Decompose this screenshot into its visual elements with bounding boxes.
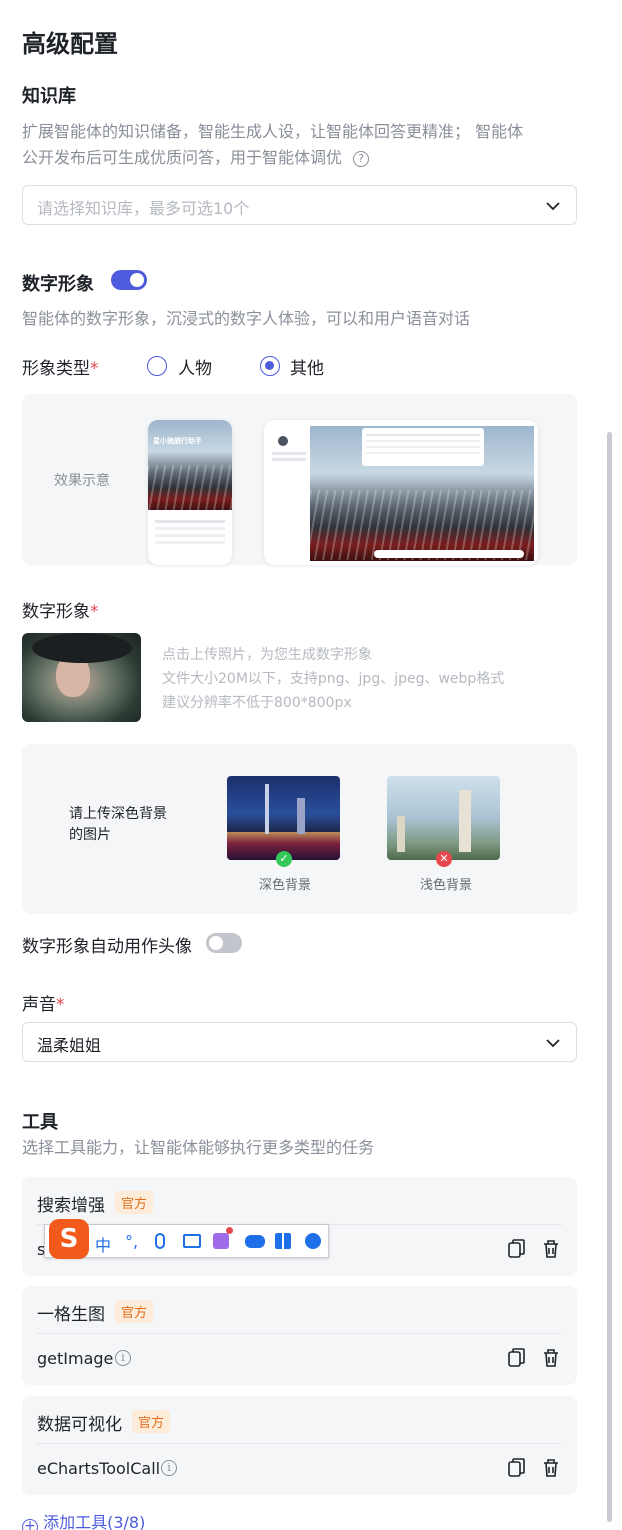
copy-icon[interactable] [508,1239,526,1259]
divider [37,1443,562,1444]
toggle-knob [130,273,144,287]
microphone-icon[interactable] [155,1233,165,1249]
knowledge-title: 知识库 [22,86,76,107]
required-mark: * [90,359,99,379]
ime-toolbar[interactable]: S 中 °, [44,1219,329,1259]
page-title: 高级配置 [22,30,118,58]
dark-bg-example [227,776,340,860]
add-tool-label: 添加工具(3/8) [43,1513,146,1530]
upload-hints: 点击上传照片，为您生成数字形象 文件大小20M以下，支持png、jpg、jpeg… [162,643,504,715]
upload-hint-3: 建议分辨率不低于800*800px [162,695,352,711]
tool-card: 一格生图 官方 getImage i [22,1286,577,1385]
tablet-input-bar [374,550,524,558]
tools-title: 工具 [22,1112,58,1133]
phone-preview: 星小驰旅行助手 [148,420,232,565]
type-label-text: 形象类型 [22,359,90,379]
knowledge-select[interactable]: 请选择知识库，最多可选10个 [22,185,577,225]
scrollbar[interactable] [607,432,612,1522]
avatar-hair-shape [32,633,132,663]
digital-desc: 智能体的数字形象，沉浸式的数字人体验，可以和用户语音对话 [22,309,471,328]
digital-title: 数字形象 [22,274,94,295]
radio-person[interactable] [147,356,167,376]
required-mark: * [56,995,65,1015]
preview-label: 效果示意 [54,473,110,489]
phone-chat-card [151,512,229,562]
required-mark: * [90,602,99,622]
phone-roof-texture [148,465,232,510]
trash-icon[interactable] [542,1239,560,1259]
type-label: 形象类型* [22,354,99,379]
building-shape [297,798,305,834]
dark-bg-label: 深色背景 [259,878,312,893]
toggle-knob [209,936,223,950]
plus-circle-icon: + [22,1519,38,1530]
trash-icon[interactable] [542,1348,560,1368]
radio-other[interactable] [260,356,280,376]
tool-func: eChartsToolCall [37,1459,161,1478]
voice-label-text: 声音 [22,995,56,1015]
tools-desc: 选择工具能力，让智能体能够执行更多类型的任务 [22,1138,375,1157]
check-circle-icon: ✓ [276,851,292,867]
ime-punct[interactable]: °, [125,1232,138,1251]
trash-icon[interactable] [542,1458,560,1478]
question-circle-icon[interactable]: ? [353,150,370,167]
tool-name: 搜索增强 [37,1196,105,1216]
official-badge: 官方 [115,1191,154,1214]
voice-label: 声音* [22,990,65,1015]
tool-func: getImage [37,1349,114,1368]
tablet-chat-card [362,428,484,466]
knowledge-desc: 扩展智能体的知识储备，智能生成人设，让智能体回答更精准； 智能体 公开发布后可生… [22,119,582,171]
add-tool-button[interactable]: + 添加工具(3/8) [22,1509,145,1530]
copy-icon[interactable] [508,1458,526,1478]
official-badge: 官方 [132,1410,171,1433]
apps-icon[interactable] [275,1233,291,1249]
radio-person-label[interactable]: 人物 [178,354,212,379]
settings-icon[interactable] [305,1233,321,1249]
phone-title: 星小驰旅行助手 [153,437,202,445]
knowledge-desc-line1: 扩展智能体的知识储备，智能生成人设，让智能体回答更精准； 智能体 [22,122,524,141]
avatar-label: 数字形象* [22,597,99,622]
tower-shape [265,784,269,834]
skin-icon[interactable] [213,1233,229,1249]
keyboard-icon[interactable] [183,1234,201,1248]
avatar-thumbnail[interactable] [22,633,141,722]
light-bg-example [387,776,500,860]
info-icon[interactable]: i [115,1350,131,1366]
upload-hint-2: 文件大小20M以下，支持png、jpg、jpeg、webp格式 [162,671,505,687]
small-pagoda-shape [397,816,405,852]
chevron-down-icon [546,202,560,211]
bg-hint-line2: 的图片 [69,827,111,843]
digital-toggle[interactable] [111,270,147,290]
ime-mode[interactable]: 中 [95,1232,111,1256]
chevron-down-icon [546,1039,560,1048]
close-circle-icon: ✕ [436,851,452,867]
tool-name: 一格生图 [37,1305,105,1325]
notification-dot [226,1227,233,1234]
official-badge: 官方 [115,1300,154,1323]
bg-hint-line1: 请上传深色背景 [69,806,167,822]
auto-avatar-toggle[interactable] [206,933,242,953]
voice-select-value: 温柔姐姐 [37,1036,102,1055]
info-icon[interactable]: i [161,1460,177,1476]
voice-select[interactable]: 温柔姐姐 [22,1022,577,1062]
preview-panel: 效果示意 星小驰旅行助手 [22,394,577,565]
avatar-label-text: 数字形象 [22,602,90,622]
tablet-sidebar [270,434,308,559]
knowledge-select-placeholder: 请选择知识库，最多可选10个 [37,199,250,218]
tool-name: 数据可视化 [37,1415,122,1435]
upload-hint-1: 点击上传照片，为您生成数字形象 [162,647,372,663]
divider [37,1333,562,1334]
background-tip-panel: 请上传深色背景 的图片 ✓ 深色背景 ✕ 浅色背景 [22,744,577,914]
pagoda-shape [459,790,471,852]
tablet-preview [264,420,538,565]
radio-other-label[interactable]: 其他 [290,354,324,379]
gamepad-icon[interactable] [245,1235,265,1248]
auto-avatar-label: 数字形象自动用作头像 [22,937,192,957]
tool-card: 数据可视化 官方 eChartsToolCall i [22,1396,577,1495]
copy-icon[interactable] [508,1348,526,1368]
knowledge-desc-line2: 公开发布后可生成优质问答，用于智能体调优 [22,148,343,167]
ime-logo[interactable]: S [49,1219,89,1259]
bg-hint: 请上传深色背景 的图片 [69,804,167,846]
light-bg-label: 浅色背景 [420,878,473,893]
